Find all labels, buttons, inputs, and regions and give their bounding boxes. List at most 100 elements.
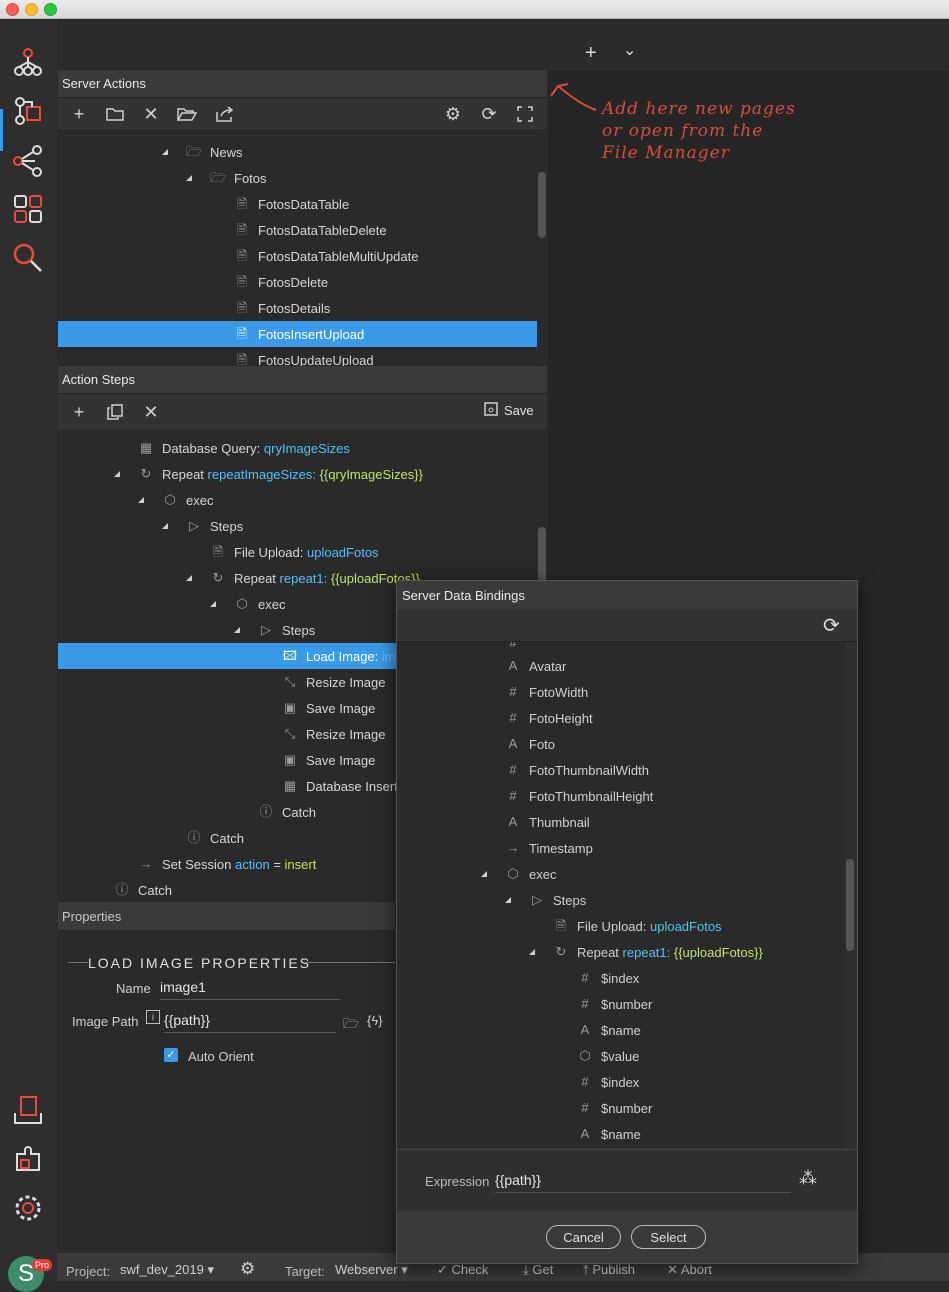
- save-icon: ▣: [283, 752, 297, 767]
- binding-var[interactable]: # $index: [577, 1069, 639, 1095]
- step-name: repeatImageSizes:: [207, 466, 316, 482]
- auto-orient-checkbox[interactable]: ✓: [164, 1048, 178, 1062]
- save-icon: [484, 402, 498, 419]
- name-field[interactable]: image1: [160, 979, 340, 1000]
- project-settings-icon[interactable]: ⚙: [240, 1259, 255, 1279]
- magic-wand-icon[interactable]: ⁂: [799, 1168, 817, 1189]
- cancel-button[interactable]: Cancel: [546, 1225, 621, 1249]
- action-steps-scrollbar[interactable]: [538, 527, 546, 583]
- copy-icon[interactable]: [104, 401, 126, 423]
- tree-file-item[interactable]: 🗎 FotosDataTableMultiUpdate: [58, 243, 537, 269]
- binding-var[interactable]: # $number: [577, 1095, 652, 1121]
- binding-steps[interactable]: ▷ Steps: [529, 887, 586, 913]
- step-exec[interactable]: ⬡ exec: [58, 487, 537, 513]
- project-select[interactable]: swf_dev_2019 ▾: [120, 1262, 214, 1278]
- check-button[interactable]: ✓ Check: [437, 1262, 488, 1278]
- publish-box-icon[interactable]: [8, 1090, 48, 1130]
- binding-var[interactable]: ⬡ $value: [577, 1043, 639, 1069]
- extensions-icon[interactable]: [8, 1139, 48, 1179]
- step-file-upload[interactable]: 🗎 File Upload: uploadFotos: [58, 539, 537, 565]
- tree-folder-fotos[interactable]: 🗁 Fotos: [58, 165, 537, 191]
- tree-file-item[interactable]: 🗎 FotosUpdateUpload: [58, 347, 537, 366]
- folder-browse-icon[interactable]: 🗁: [343, 1015, 359, 1037]
- target-select[interactable]: Webserver ▾: [335, 1262, 408, 1278]
- number-icon: #: [509, 684, 517, 699]
- info-icon[interactable]: i: [146, 1010, 160, 1024]
- select-button[interactable]: Select: [631, 1225, 706, 1249]
- tree-file-item-selected[interactable]: 🗎 FotosInsertUpload: [58, 321, 537, 347]
- binding-item[interactable]: → Timestamp: [505, 835, 593, 861]
- tree-label: Fotos: [234, 170, 267, 186]
- expression-input[interactable]: {{path}}: [495, 1172, 791, 1193]
- binding-label: $number: [601, 1100, 653, 1116]
- settings-icon[interactable]: [8, 1188, 48, 1228]
- save-button[interactable]: Save: [484, 402, 534, 419]
- binding-var[interactable]: # $number: [577, 991, 652, 1017]
- components-icon[interactable]: [8, 189, 48, 229]
- binding-item[interactable]: A Avatar: [505, 653, 567, 679]
- binding-label: $name: [601, 1022, 641, 1038]
- binding-var[interactable]: A $name: [577, 1121, 641, 1147]
- binding-var[interactable]: A $name: [577, 1017, 641, 1043]
- name-label: Name: [116, 981, 151, 996]
- abort-button[interactable]: ✕ Abort: [667, 1262, 712, 1278]
- refresh-icon[interactable]: ⟳: [823, 613, 840, 638]
- server-actions-scrollbar[interactable]: [538, 172, 546, 238]
- binding-item[interactable]: A Thumbnail: [505, 809, 590, 835]
- new-folder-icon[interactable]: [104, 103, 126, 125]
- binding-label: $index: [601, 1074, 640, 1090]
- search-icon[interactable]: [8, 238, 48, 278]
- chevron-down-icon[interactable]: ⌄: [623, 40, 636, 60]
- close-window-button[interactable]: [6, 3, 19, 16]
- dynamic-data-icon[interactable]: {ϟ}: [367, 1013, 383, 1028]
- publish-button[interactable]: ⤒ Publish: [583, 1262, 635, 1278]
- bindings-scrollbar[interactable]: [846, 859, 854, 951]
- tree-file-item[interactable]: 🗎 FotosDetails: [58, 295, 537, 321]
- binding-item[interactable]: A Foto: [505, 731, 555, 757]
- binding-label: FotoThumbnailHeight: [529, 788, 654, 804]
- refresh-icon[interactable]: ⟳: [478, 103, 500, 125]
- tree-file-item[interactable]: 🗎 FotosDataTable: [58, 191, 537, 217]
- step-steps[interactable]: ▷ Steps: [58, 513, 537, 539]
- add-icon[interactable]: +: [68, 103, 90, 125]
- cube-icon: ⬡: [507, 866, 519, 881]
- image-path-field[interactable]: {{path}}: [164, 1012, 336, 1033]
- step-label: Steps: [210, 518, 244, 534]
- step-value: insert: [284, 856, 317, 872]
- action-steps-toolbar: + ✕ Save: [58, 394, 547, 431]
- zoom-window-button[interactable]: [44, 3, 57, 16]
- get-button[interactable]: ⤓ Get: [523, 1262, 553, 1278]
- binding-label: Foto: [529, 736, 556, 752]
- step-expr: {{qryImageSizes}}: [319, 466, 423, 482]
- fullscreen-icon[interactable]: [514, 103, 536, 125]
- step-repeat[interactable]: ↻ Repeat repeatImageSizes: {{qryImageSize…: [58, 461, 537, 487]
- delete-step-icon[interactable]: ✕: [140, 401, 162, 423]
- binding-var[interactable]: # $index: [577, 965, 639, 991]
- play-circle-icon: ▷: [532, 892, 542, 907]
- share-icon[interactable]: [8, 140, 48, 180]
- binding-file-upload[interactable]: 🗎 File Upload: uploadFotos: [553, 913, 722, 939]
- tree-file-item[interactable]: 🗎 FotosDataTableDelete: [58, 217, 537, 243]
- binding-item[interactable]: # FotoWidth: [505, 679, 588, 705]
- tree-label: FotosDataTableMultiUpdate: [258, 248, 419, 264]
- server-connect-icon[interactable]: [8, 91, 48, 131]
- add-page-button[interactable]: +: [585, 42, 597, 65]
- binding-exec[interactable]: ⬡ exec: [505, 861, 556, 887]
- gear-icon[interactable]: ⚙: [442, 103, 464, 125]
- binding-item[interactable]: # FotoHeight: [505, 705, 592, 731]
- export-icon[interactable]: [214, 103, 236, 125]
- add-step-icon[interactable]: +: [68, 401, 90, 423]
- open-folder-icon[interactable]: [176, 103, 198, 125]
- binding-item[interactable]: # FotoThumbnailHeight: [505, 783, 653, 809]
- number-icon: #: [581, 996, 589, 1011]
- delete-icon[interactable]: ✕: [140, 103, 162, 125]
- active-indicator: [0, 109, 3, 151]
- tree-file-item[interactable]: 🗎 FotosDelete: [58, 269, 537, 295]
- binding-item[interactable]: # FotoThumbnailWidth: [505, 757, 649, 783]
- step-database-query[interactable]: ▦ Database Query: qryImageSizes: [58, 435, 537, 461]
- binding-repeat[interactable]: ↻ Repeat repeat1: {{uploadFotos}}: [553, 939, 763, 965]
- site-structure-icon[interactable]: [8, 42, 48, 82]
- tree-folder-news[interactable]: 🗁 News: [58, 139, 537, 165]
- tree-label: FotosUpdateUpload: [258, 352, 374, 367]
- minimize-window-button[interactable]: [25, 3, 38, 16]
